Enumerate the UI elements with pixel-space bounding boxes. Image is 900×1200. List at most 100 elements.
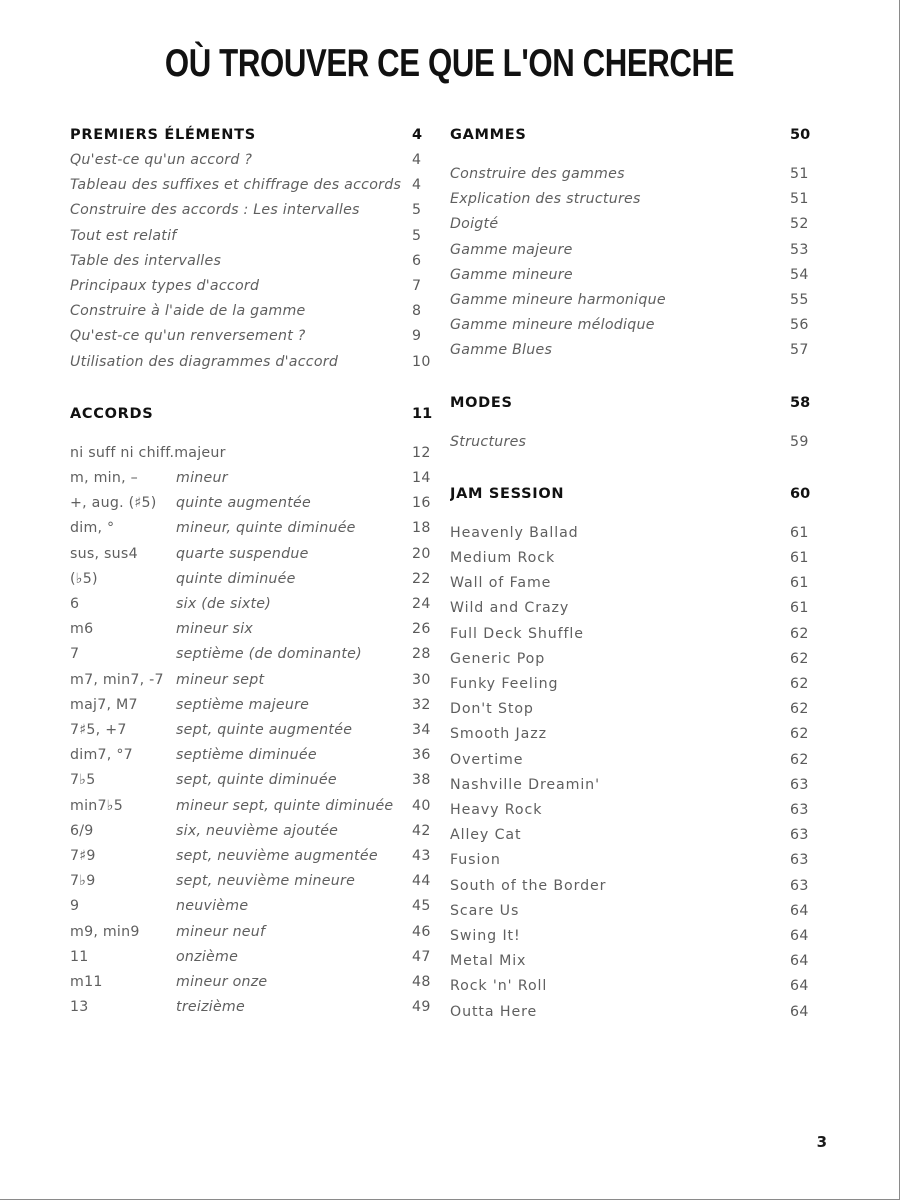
section-heading-premiers-elements[interactable]: PREMIERS ÉLÉMENTS 4: [70, 122, 450, 148]
toc-entry-row[interactable]: Doigté 52: [450, 212, 830, 237]
chord-table-row[interactable]: 11 onzième 47: [70, 945, 450, 970]
toc-entry-row[interactable]: Gamme mineure 54: [450, 263, 830, 288]
chord-table-row[interactable]: 7♯9 sept, neuvième augmentée 43: [70, 844, 450, 869]
section-heading-jam-session[interactable]: JAM SESSION 60: [450, 481, 830, 507]
toc-entry-row[interactable]: Medium Rock 61: [450, 546, 830, 571]
toc-entry-row[interactable]: Wall of Fame 61: [450, 571, 830, 596]
toc-entry-row[interactable]: Tout est relatif 5: [70, 224, 450, 249]
toc-entry-page: 53: [790, 241, 809, 258]
chord-table-row[interactable]: +, aug. (♯5) quinte augmentée 16: [70, 491, 450, 516]
chord-table-row[interactable]: m6 mineur six 26: [70, 617, 450, 642]
toc-entry-row[interactable]: Gamme Blues 57: [450, 338, 830, 363]
toc-entry-row[interactable]: Generic Pop 62: [450, 647, 830, 672]
toc-entry-row[interactable]: South of the Border 63: [450, 874, 830, 899]
chord-table-row[interactable]: min7♭5 mineur sept, quinte diminuée 40: [70, 794, 450, 819]
section-heading-modes[interactable]: MODES 58: [450, 390, 830, 416]
chord-table-row[interactable]: 6 six (de sixte) 24: [70, 592, 450, 617]
chord-name: mineur, quinte diminuée: [176, 520, 356, 537]
toc-entry-page: 59: [790, 433, 809, 450]
chord-table-row[interactable]: 7♯5, +7 sept, quinte augmentée 34: [70, 718, 450, 743]
toc-entry-row[interactable]: Wild and Crazy 61: [450, 596, 830, 621]
toc-entry-row[interactable]: Rock 'n' Roll 64: [450, 974, 830, 999]
toc-entry-row[interactable]: Construire des gammes 51: [450, 162, 830, 187]
toc-entry-row[interactable]: Heavenly Ballad 61: [450, 521, 830, 546]
chord-symbol: sus, sus4: [70, 545, 138, 562]
toc-entry-row[interactable]: Outta Here 64: [450, 1000, 830, 1025]
toc-entry-row[interactable]: Full Deck Shuffle 62: [450, 622, 830, 647]
chord-table-row[interactable]: m9, min9 mineur neuf 46: [70, 920, 450, 945]
chord-table-row[interactable]: ni suff ni chiff.majeur 12: [70, 441, 450, 466]
toc-entry-row[interactable]: Utilisation des diagrammes d'accord 10: [70, 350, 450, 375]
chord-name: septième diminuée: [176, 747, 317, 764]
toc-entry-page: 7: [412, 278, 422, 295]
toc-entry-row[interactable]: Principaux types d'accord 7: [70, 274, 450, 299]
toc-entry-page: 5: [412, 202, 422, 219]
chord-page: 18: [412, 520, 431, 537]
section-heading-page: 4: [412, 127, 423, 143]
toc-entry-row[interactable]: Metal Mix 64: [450, 949, 830, 974]
toc-entry-page: 64: [790, 978, 809, 995]
chord-table-row[interactable]: m7, min7, -7 mineur sept 30: [70, 668, 450, 693]
toc-entry-label: Qu'est-ce qu'un accord ?: [70, 152, 253, 168]
toc-entry-label: Construire des accords : Les intervalles: [70, 202, 360, 219]
toc-entry-row[interactable]: Overtime 62: [450, 748, 830, 773]
chord-table-row[interactable]: 7 septième (de dominante) 28: [70, 642, 450, 667]
chord-table-row[interactable]: m11 mineur onze 48: [70, 970, 450, 995]
toc-entry-label: Construire à l'aide de la gamme: [70, 303, 306, 320]
chord-name: septième majeure: [176, 696, 310, 713]
chord-symbol: m9, min9: [70, 923, 140, 940]
toc-entry-row[interactable]: Qu'est-ce qu'un renversement ? 9: [70, 324, 450, 349]
toc-entry-row[interactable]: Smooth Jazz 62: [450, 722, 830, 747]
toc-entry-row[interactable]: Gamme mineure mélodique 56: [450, 313, 830, 338]
toc-entry-page: 63: [790, 852, 809, 869]
chord-table-row[interactable]: 7♭5 sept, quinte diminuée 38: [70, 768, 450, 793]
chord-table-row[interactable]: sus, sus4 quarte suspendue 20: [70, 542, 450, 567]
chord-table-row[interactable]: m, min, – mineur 14: [70, 466, 450, 491]
toc-entry-label: Utilisation des diagrammes d'accord: [70, 353, 339, 370]
chord-symbol: (♭5): [70, 570, 98, 587]
chord-table-row[interactable]: dim, ° mineur, quinte diminuée 18: [70, 516, 450, 541]
chord-table-row[interactable]: maj7, M7 septième majeure 32: [70, 693, 450, 718]
toc-entry-page: 52: [790, 216, 809, 233]
toc-entry-label: Medium Rock: [450, 550, 556, 567]
chord-symbol: 6: [70, 596, 80, 613]
toc-entry-page: 62: [790, 751, 809, 768]
chord-table-row[interactable]: dim7, °7 septième diminuée 36: [70, 743, 450, 768]
toc-entry-row[interactable]: Construire à l'aide de la gamme 8: [70, 299, 450, 324]
toc-entry-row[interactable]: Tableau des suffixes et chiffrage des ac…: [70, 173, 450, 198]
chord-page: 16: [412, 495, 431, 512]
chord-symbol: 7♭9: [70, 873, 96, 890]
chord-page: 49: [412, 999, 431, 1016]
toc-entry-row[interactable]: Heavy Rock 63: [450, 798, 830, 823]
toc-entry-row[interactable]: Gamme mineure harmonique 55: [450, 288, 830, 313]
toc-entry-row[interactable]: Fusion 63: [450, 848, 830, 873]
chord-table-row[interactable]: (♭5) quinte diminuée 22: [70, 567, 450, 592]
toc-entry-row[interactable]: Gamme majeure 53: [450, 238, 830, 263]
toc-entry-label: Alley Cat: [450, 827, 522, 844]
toc-entry-row[interactable]: Qu'est-ce qu'un accord ? 4: [70, 148, 450, 173]
chord-table-row[interactable]: 7♭9 sept, neuvième mineure 44: [70, 869, 450, 894]
toc-entry-row[interactable]: Nashville Dreamin' 63: [450, 773, 830, 798]
toc-entry-row[interactable]: Structures 59: [450, 430, 830, 455]
toc-entry-label: Gamme mineure harmonique: [450, 292, 666, 309]
toc-entry-row[interactable]: Alley Cat 63: [450, 823, 830, 848]
toc-entry-row[interactable]: Don't Stop 62: [450, 697, 830, 722]
toc-entry-label: Heavy Rock: [450, 802, 543, 819]
toc-entry-row[interactable]: Construire des accords : Les intervalles…: [70, 198, 450, 223]
chord-table-row[interactable]: 13 treizième 49: [70, 995, 450, 1020]
toc-entry-row[interactable]: Table des intervalles 6: [70, 249, 450, 274]
toc-entry-row[interactable]: Explication des structures 51: [450, 187, 830, 212]
chord-table-row[interactable]: 6/9 six, neuvième ajoutée 42: [70, 819, 450, 844]
section-heading-gammes[interactable]: GAMMES 50: [450, 122, 830, 148]
toc-entry-label: Tableau des suffixes et chiffrage des ac…: [70, 177, 402, 194]
toc-entry-row[interactable]: Funky Feeling 62: [450, 672, 830, 697]
toc-entry-row[interactable]: Swing It! 64: [450, 924, 830, 949]
chord-table-row[interactable]: 9 neuvième 45: [70, 894, 450, 919]
toc-entry-row[interactable]: Scare Us 64: [450, 899, 830, 924]
section-heading-accords[interactable]: ACCORDS 11: [70, 401, 450, 427]
premiers-elements-entry-list: Qu'est-ce qu'un accord ? 4 Tableau des suf…: [70, 148, 450, 375]
chord-name: sept, quinte diminuée: [176, 772, 337, 789]
toc-entry-page: 56: [790, 317, 809, 334]
